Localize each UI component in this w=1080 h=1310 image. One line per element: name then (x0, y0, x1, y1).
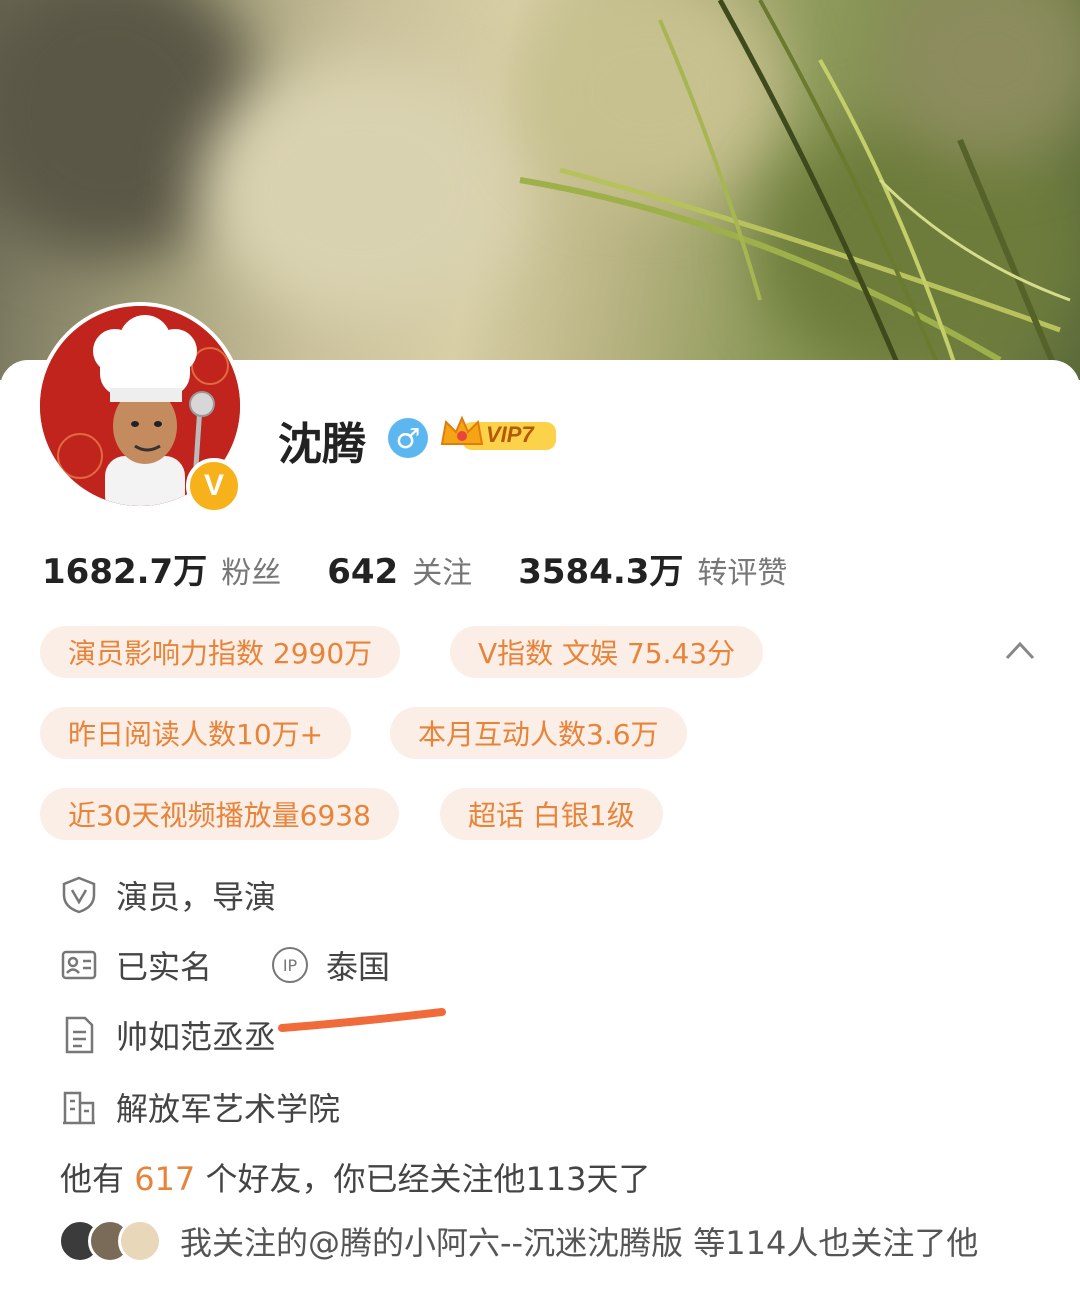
red-annotation-stroke (278, 1008, 446, 1032)
identity-row: 已实名 IP 泰国 (60, 942, 390, 988)
interactions-count: 3584.3万 (518, 552, 684, 592)
ip-icon: IP (272, 947, 309, 983)
ip-icon-label: IP (282, 955, 298, 975)
document-icon (65, 1016, 94, 1054)
profile-name: 沈腾 (278, 419, 366, 470)
chip-video-plays[interactable]: 近30天视频播放量6938 (40, 788, 399, 840)
vip-badge[interactable]: VIP7 (440, 414, 558, 456)
verification-text: 演员，导演 (116, 878, 277, 916)
chip-monthly-interactions[interactable]: 本月互动人数3.6万 (390, 707, 687, 759)
chip-actor-influence[interactable]: 演员影响力指数 2990万 (40, 626, 401, 678)
verification-row: 演员，导演 (60, 872, 276, 918)
friends-count: 617 (134, 1160, 196, 1198)
chip-v-index[interactable]: V指数 文娱 75.43分 (450, 626, 764, 678)
chip-yesterday-readers[interactable]: 昨日阅读人数10万+ (40, 707, 352, 759)
ip-location-text: 泰国 (326, 948, 391, 986)
verified-badge-icon: V (186, 458, 242, 514)
school-building-icon (63, 1091, 95, 1125)
school-row: 解放军艺术学院 (60, 1084, 340, 1130)
vip-level-label: VIP7 (486, 422, 534, 447)
real-name-text: 已实名 (116, 948, 213, 986)
stats-row: 1682.7万 粉丝 642 关注 3584.3万 转评赞 (42, 544, 833, 593)
bio-text: 帅如范丞丞 (116, 1018, 277, 1056)
male-gender-icon: ♂ (388, 418, 428, 458)
following-label[interactable]: 关注 (412, 548, 472, 592)
chip-super-topic[interactable]: 超话 白银1级 (440, 788, 663, 840)
fans-label[interactable]: 粉丝 (221, 548, 281, 592)
mutual-follow-text: 我关注的@腾的小阿六--沉迷沈腾版 等114人也关注了他 (180, 1224, 979, 1262)
mutual-follow-row[interactable]: 我关注的@腾的小阿六--沉迷沈腾版 等114人也关注了他 (58, 1218, 978, 1264)
following-count[interactable]: 642 (327, 552, 398, 592)
id-card-icon (61, 950, 97, 980)
friends-suffix: 个好友，你已经关注他113天了 (195, 1160, 651, 1198)
interactions-label: 转评赞 (697, 556, 788, 591)
fans-count[interactable]: 1682.7万 (42, 544, 207, 593)
school-text: 解放军艺术学院 (116, 1090, 341, 1128)
friends-prefix: 他有 (60, 1160, 135, 1198)
mutual-avatar-3 (118, 1219, 162, 1263)
chevron-up-icon[interactable] (1004, 638, 1036, 662)
shield-v-icon (62, 876, 96, 914)
friends-info[interactable]: 他有 617 个好友，你已经关注他113天了 (60, 1154, 651, 1200)
bio-row: 帅如范丞丞 (60, 1012, 276, 1058)
